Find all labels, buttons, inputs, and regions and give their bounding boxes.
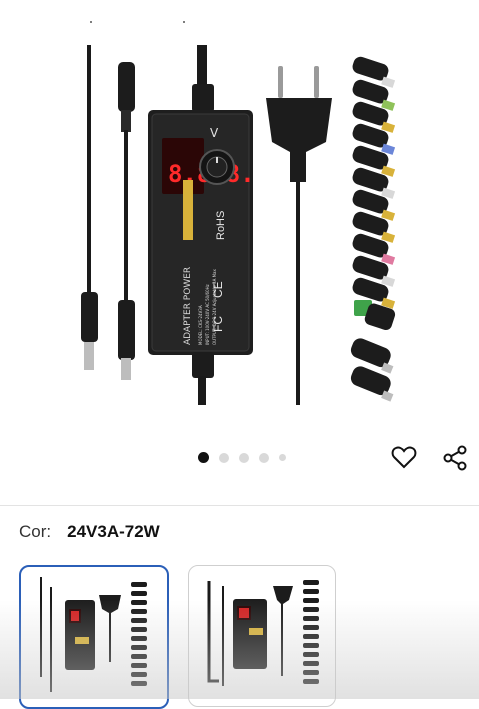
svg-text:OUTPUT: DC 3-24V Adjustable 3A: OUTPUT: DC 3-24V Adjustable 3A Max [212, 268, 217, 345]
share-button[interactable] [442, 445, 472, 475]
svg-text:V: V [210, 126, 219, 140]
svg-text:RoHS: RoHS [215, 211, 227, 240]
carousel-dot-1[interactable] [198, 452, 209, 463]
thumbnail-image [40, 577, 147, 692]
share-icon [443, 445, 467, 471]
variant-value: 24V3A-72W [67, 522, 160, 541]
carousel-dot-2[interactable] [219, 452, 229, 463]
svg-text:MODEL: CKS-24V3A: MODEL: CKS-24V3A [198, 305, 203, 345]
svg-text:CE: CE [211, 281, 225, 298]
svg-text:INPUT: 100V-240V AC 50/60Hz: INPUT: 100V-240V AC 50/60Hz [205, 284, 210, 345]
product-image-gallery[interactable]: 8.8.8. V ADAPTER POWER MODEL: CKS-24V3A … [0, 0, 479, 505]
carousel-dot-5[interactable] [279, 454, 286, 461]
eu-plug [266, 66, 332, 405]
carousel-dot-4[interactable] [259, 452, 269, 463]
svg-text:ADAPTER POWER: ADAPTER POWER [183, 267, 193, 345]
carousel-indicators[interactable] [198, 452, 286, 463]
connector-tips [350, 56, 396, 402]
heart-icon [391, 446, 417, 469]
svg-text:FC: FC [211, 316, 225, 332]
product-image: 8.8.8. V ADAPTER POWER MODEL: CKS-24V3A … [81, 21, 396, 405]
carousel-dot-3[interactable] [239, 452, 249, 463]
section-divider [0, 505, 479, 506]
variant-label: Cor: [19, 522, 52, 541]
variant-thumbnail-1[interactable] [19, 565, 169, 709]
adapter-body: 8.8.8. V ADAPTER POWER MODEL: CKS-24V3A … [148, 110, 255, 355]
variant-thumbnail-2[interactable] [188, 565, 336, 707]
favorite-button[interactable] [391, 445, 421, 475]
variant-selector: Cor: 24V3A-72W [19, 522, 160, 542]
thumbnail-image [207, 580, 319, 686]
